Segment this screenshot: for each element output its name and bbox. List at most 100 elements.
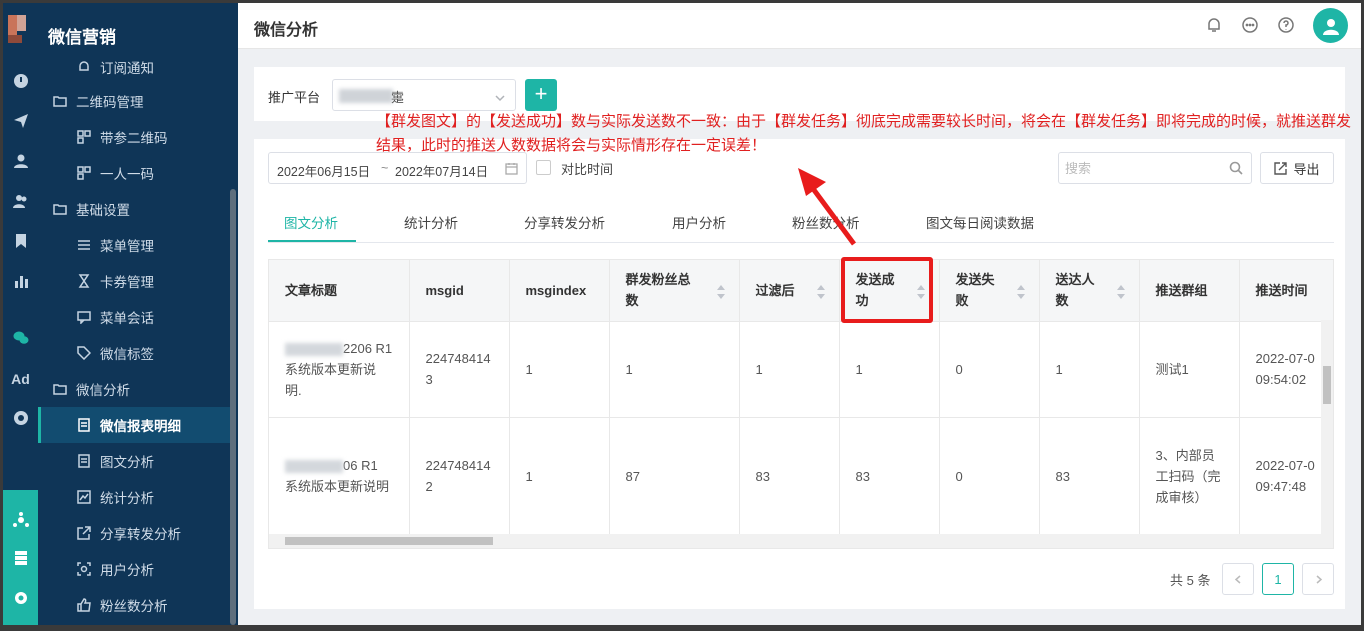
bell-icon[interactable] — [1205, 16, 1223, 34]
annotation-note: 【群发图文】的【发送成功】数与实际发送数不一致：由于【群发任务】彻底完成需要较长… — [376, 113, 1352, 154]
date-start: 2022年06月15日 — [277, 165, 371, 179]
wechat-icon[interactable] — [3, 326, 38, 350]
chevron-left-icon — [1234, 574, 1240, 584]
cell-send-fail: 0 — [939, 321, 1040, 418]
network-icon[interactable] — [3, 508, 38, 532]
sidebar-item-subscribe-notice[interactable]: 订阅通知 — [38, 49, 230, 85]
server-icon[interactable] — [3, 546, 38, 570]
cell-msgid: 2247484142 — [409, 417, 510, 536]
dashboard-icon[interactable] — [3, 69, 38, 93]
table-row: 06 R1 系统版本更新说明 2247484142 1 87 83 83 0 8… — [269, 417, 1333, 536]
col-header-push-time: 推送时间 — [1239, 260, 1333, 322]
prev-page-button[interactable] — [1222, 563, 1254, 595]
tab-stats-analysis[interactable]: 统计分析 — [404, 212, 458, 232]
folder-icon — [52, 93, 68, 109]
cell-push-group: 测试1 — [1139, 321, 1240, 418]
send-icon[interactable] — [3, 109, 38, 133]
sidebar-item-coupon-management[interactable]: 卡券管理 — [38, 263, 230, 299]
avatar[interactable] — [1313, 8, 1348, 43]
next-page-button[interactable] — [1302, 563, 1334, 595]
tab-daily-read-data[interactable]: 图文每日阅读数据 — [926, 212, 1034, 232]
sidebar-item-menu-session[interactable]: 菜单会话 — [38, 299, 230, 335]
hourglass-icon — [76, 273, 92, 289]
help-icon[interactable] — [1277, 16, 1295, 34]
bar-chart-icon[interactable] — [3, 269, 38, 293]
scrollbar-thumb[interactable] — [1323, 366, 1331, 404]
sidebar-group-basic-settings[interactable]: 基础设置 — [38, 191, 230, 227]
user-icon[interactable] — [3, 149, 38, 173]
sidebar-group-wechat-analysis[interactable]: 微信分析 — [38, 371, 230, 407]
annotation-arrow — [798, 168, 857, 246]
sort-icon[interactable] — [1016, 284, 1025, 299]
active-tab-indicator — [268, 240, 356, 242]
add-platform-button[interactable]: + — [525, 79, 557, 111]
tab-user-analysis[interactable]: 用户分析 — [672, 212, 726, 232]
sidebar-item-wechat-report-detail[interactable]: 微信报表明细 — [38, 407, 230, 443]
page-title: 微信分析 — [254, 22, 319, 39]
sort-icon[interactable] — [716, 284, 725, 299]
sidebar-item-stats-analysis[interactable]: 统计分析 — [38, 479, 230, 515]
cell-push-group: 3、内部员工扫码（完成审核） — [1139, 417, 1240, 536]
folder-icon — [52, 201, 68, 217]
col-header-fans-total[interactable]: 群发粉丝总数 — [609, 260, 740, 322]
compare-time-label: 对比时间 — [561, 162, 614, 177]
sidebar: 微信营销 订阅通知 二维码管理 带参二维码 一人一码 基础设置 菜单管理 卡券管… — [38, 3, 238, 625]
col-header-delivered[interactable]: 送达人数 — [1039, 260, 1140, 322]
sidebar-item-param-qrcode[interactable]: 带参二维码 — [38, 119, 230, 155]
sidebar-item-menu-management[interactable]: 菜单管理 — [38, 227, 230, 263]
cell-push-time: 2022-07-0 09:47:48 — [1239, 417, 1333, 536]
sidebar-item-user-analysis[interactable]: 用户分析 — [38, 551, 230, 587]
tab-article-analysis[interactable]: 图文分析 — [284, 212, 338, 232]
bookmark-icon[interactable] — [3, 229, 38, 253]
table-vertical-scrollbar[interactable] — [1321, 320, 1333, 536]
table-horizontal-scrollbar[interactable] — [269, 534, 1333, 548]
gear-icon[interactable] — [3, 586, 38, 610]
search-input[interactable] — [1065, 159, 1215, 177]
table-header-row: 文章标题 msgid msgindex 群发粉丝总数 过滤后 发送成功 发送失败… — [269, 260, 1333, 322]
qrcode-icon — [76, 129, 92, 145]
tab-share-analysis[interactable]: 分享转发分析 — [524, 212, 605, 232]
table-row: 2206 R1 系统版本更新说明. 2247484143 1 1 1 1 0 1… — [269, 321, 1333, 418]
scrollbar-thumb[interactable] — [285, 537, 493, 545]
col-header-msgid: msgid — [409, 260, 510, 322]
icon-rail: Ad — [3, 3, 38, 625]
sidebar-item-fans-analysis[interactable]: 粉丝数分析 — [38, 587, 230, 623]
sort-icon[interactable] — [1116, 284, 1125, 299]
cell-send-fail: 0 — [939, 417, 1040, 536]
sidebar-item-wechat-tags[interactable]: 微信标签 — [38, 335, 230, 371]
cell-send-success: 1 — [839, 321, 940, 418]
cell-delivered: 1 — [1039, 321, 1140, 418]
scan-user-icon — [76, 561, 92, 577]
search-icon[interactable] — [1229, 161, 1243, 178]
cell-filtered: 83 — [739, 417, 840, 536]
platform-select[interactable]: 疐 — [332, 79, 516, 111]
thumbs-up-icon — [76, 597, 92, 613]
cell-fans-total: 87 — [609, 417, 740, 536]
col-header-msgindex: msgindex — [509, 260, 610, 322]
cell-msgindex: 1 — [509, 417, 610, 536]
platform-label: 推广平台 — [268, 90, 321, 105]
platform-value: 疐 — [391, 90, 405, 105]
settings-circle-icon[interactable] — [3, 406, 38, 430]
cell-title: 06 R1 系统版本更新说明 — [269, 417, 410, 536]
chat-icon — [76, 309, 92, 325]
sidebar-item-one-person-one-code[interactable]: 一人一码 — [38, 155, 230, 191]
page-button-current[interactable]: 1 — [1262, 563, 1294, 595]
sidebar-group-qrcode[interactable]: 二维码管理 — [38, 83, 230, 119]
sidebar-item-share-analysis[interactable]: 分享转发分析 — [38, 515, 230, 551]
report-icon — [76, 417, 92, 433]
message-icon[interactable] — [1241, 16, 1259, 34]
compare-time-checkbox[interactable] — [536, 160, 551, 175]
cell-fans-total: 1 — [609, 321, 740, 418]
chevron-right-icon — [1316, 574, 1322, 584]
document-icon — [76, 453, 92, 469]
cell-msgindex: 1 — [509, 321, 610, 418]
col-header-send-fail[interactable]: 发送失败 — [939, 260, 1040, 322]
sort-icon[interactable] — [816, 284, 825, 299]
sidebar-title: 微信营销 — [48, 28, 116, 47]
users-icon[interactable] — [3, 189, 38, 213]
ad-icon[interactable]: Ad — [3, 367, 38, 391]
col-header-filtered[interactable]: 过滤后 — [739, 260, 840, 322]
sidebar-scrollbar[interactable] — [230, 189, 236, 625]
sidebar-item-article-analysis[interactable]: 图文分析 — [38, 443, 230, 479]
